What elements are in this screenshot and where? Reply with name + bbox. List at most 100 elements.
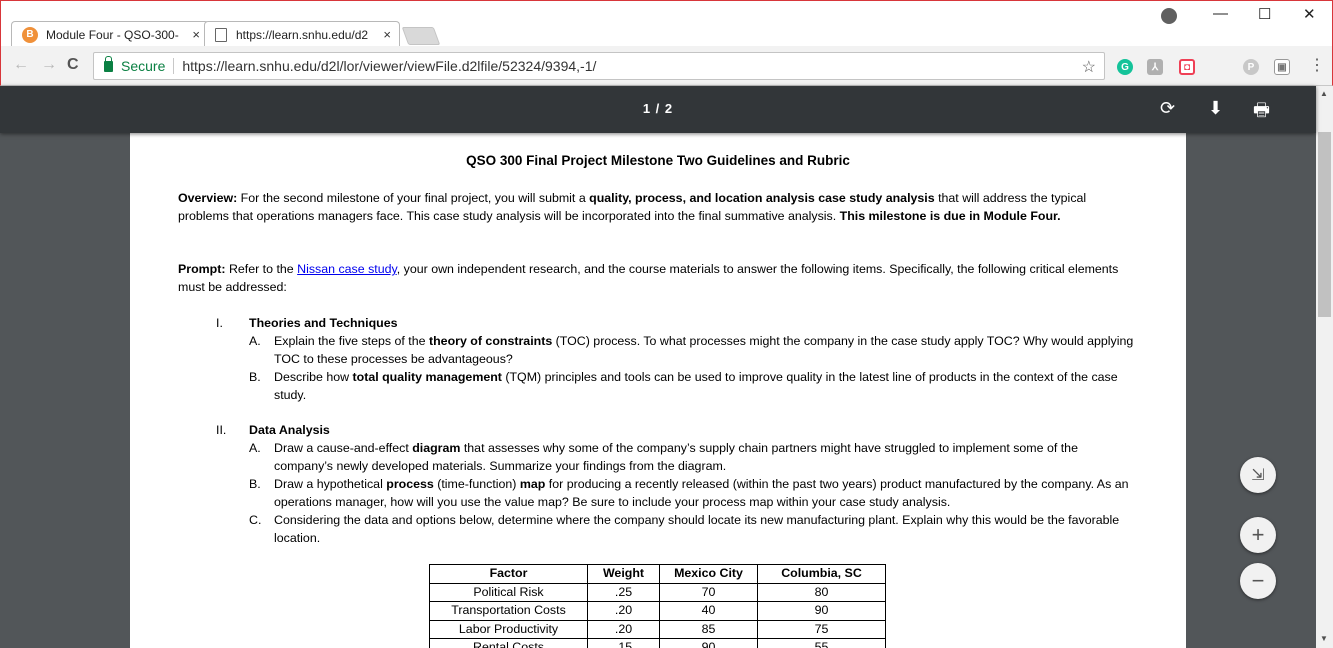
- prompt-text: Refer to the: [225, 262, 298, 276]
- prompt-label: Prompt:: [178, 262, 226, 276]
- overview-text: For the second milestone of your final p…: [237, 191, 590, 205]
- table-cell: Transportation Costs: [429, 601, 588, 621]
- url-text[interactable]: https://learn.snhu.edu/d2l/lor/viewer/vi…: [182, 58, 596, 74]
- table-cell: 85: [659, 619, 758, 639]
- section-number: I.: [216, 316, 223, 330]
- brightspace-favicon-icon: B: [22, 26, 38, 43]
- tab-module-four[interactable]: B Module Four - QSO-300- ×: [11, 21, 209, 47]
- bookmark-star-icon[interactable]: ☆: [1082, 57, 1096, 77]
- scrollbar-thumb[interactable]: [1318, 132, 1331, 317]
- item-text: Explain the five steps of the: [274, 334, 429, 348]
- account-icon[interactable]: [1161, 8, 1177, 24]
- new-tab-button[interactable]: [401, 27, 441, 45]
- table-cell: 80: [757, 582, 886, 602]
- location-factor-table: Factor Weight Mexico City Columbia, SC P…: [429, 564, 886, 648]
- tab-close-icon[interactable]: ×: [192, 27, 200, 42]
- item-text: (time-function): [433, 477, 520, 491]
- download-icon[interactable]: ⬇: [1208, 98, 1223, 119]
- item-bold: theory of constraints: [428, 334, 553, 348]
- tab-pdf-file[interactable]: https://learn.snhu.edu/d2 ×: [204, 21, 400, 47]
- overview-bold: quality, process, and location analysis …: [589, 191, 935, 205]
- secure-label: Secure: [121, 58, 166, 74]
- pocket-icon[interactable]: ◘: [1179, 59, 1195, 75]
- tab-strip: B Module Four - QSO-300- × https://learn…: [0, 0, 1333, 47]
- list-item: C. Considering the data and options belo…: [249, 511, 1139, 547]
- table-header-row: Factor Weight Mexico City Columbia, SC: [429, 564, 886, 584]
- section-heading: Theories and Techniques: [249, 316, 398, 330]
- item-text: Draw a hypothetical: [274, 477, 387, 491]
- maximize-button[interactable]: ☐: [1258, 5, 1271, 23]
- list-item: A. Draw a cause-and-effect diagram that …: [249, 439, 1139, 475]
- table-cell: 75: [757, 619, 886, 639]
- table-cell: .15: [587, 638, 660, 648]
- table-cell: .20: [587, 601, 660, 621]
- table-row: Rental Costs .15 90 55: [429, 638, 886, 648]
- pdf-icon[interactable]: ⅄: [1147, 59, 1163, 75]
- browser-toolbar: ← → C Secure https://learn.snhu.edu/d2l/…: [0, 46, 1333, 86]
- section-number: II.: [216, 423, 227, 437]
- tab-title: https://learn.snhu.edu/d2: [236, 27, 369, 42]
- column-header: Weight: [587, 564, 660, 584]
- item-bold: process: [386, 477, 434, 491]
- menu-icon[interactable]: ⋮: [1309, 55, 1325, 75]
- item-letter: B.: [249, 370, 261, 384]
- close-window-button[interactable]: ✕: [1303, 5, 1316, 23]
- grammarly-icon[interactable]: G: [1117, 59, 1133, 75]
- forward-button[interactable]: →: [41, 56, 57, 74]
- table-cell: .25: [587, 582, 660, 602]
- address-bar[interactable]: Secure https://learn.snhu.edu/d2l/lor/vi…: [93, 52, 1105, 80]
- column-header: Mexico City: [659, 564, 758, 584]
- table-cell: Labor Productivity: [429, 619, 588, 639]
- scroll-down-arrow-icon[interactable]: ▼: [1320, 634, 1328, 643]
- vertical-scrollbar[interactable]: ▲ ▼: [1316, 86, 1333, 648]
- divider: [173, 58, 175, 74]
- rotate-icon[interactable]: ⟳: [1160, 98, 1175, 119]
- item-letter: A.: [249, 441, 261, 455]
- tab-close-icon[interactable]: ×: [383, 27, 391, 42]
- table-cell: 90: [757, 601, 886, 621]
- fit-to-page-button[interactable]: ⇲: [1240, 457, 1276, 493]
- table-cell: 70: [659, 582, 758, 602]
- tab-title: Module Four - QSO-300-: [46, 27, 179, 42]
- column-header: Factor: [429, 564, 588, 584]
- table-cell: Rental Costs: [429, 638, 588, 648]
- extension-box-icon[interactable]: ▣: [1274, 59, 1290, 75]
- pdf-toolbar: 1 / 2 ⟳ ⬇ 🖶: [0, 86, 1316, 133]
- page-title: QSO 300 Final Project Milestone Two Guid…: [466, 153, 850, 168]
- zoom-out-button[interactable]: −: [1240, 563, 1276, 599]
- table-row: Labor Productivity .20 85 75: [429, 619, 886, 639]
- scroll-up-arrow-icon[interactable]: ▲: [1320, 89, 1328, 98]
- table-row: Political Risk .25 70 80: [429, 582, 886, 602]
- table-cell: 90: [659, 638, 758, 648]
- item-letter: B.: [249, 477, 261, 491]
- list-item: B. Describe how total quality management…: [249, 368, 1139, 404]
- table-cell: Political Risk: [429, 582, 588, 602]
- overview-paragraph: Overview: For the second milestone of yo…: [178, 189, 1138, 225]
- section-heading: Data Analysis: [249, 423, 330, 437]
- item-text: Considering the data and options below, …: [274, 513, 1120, 545]
- list-item: A. Explain the five steps of the theory …: [249, 332, 1139, 368]
- back-button[interactable]: ←: [13, 56, 29, 74]
- reload-button[interactable]: C: [67, 56, 79, 74]
- extension-p-icon[interactable]: P: [1243, 59, 1259, 75]
- document-icon: [215, 27, 227, 42]
- item-text: Describe how: [274, 370, 353, 384]
- item-letter: C.: [249, 513, 262, 527]
- item-bold: total quality management: [352, 370, 502, 384]
- lock-icon: [104, 55, 113, 72]
- pdf-page: QSO 300 Final Project Milestone Two Guid…: [130, 133, 1186, 648]
- zoom-in-button[interactable]: +: [1240, 517, 1276, 553]
- item-letter: A.: [249, 334, 261, 348]
- minimize-button[interactable]: —: [1213, 5, 1228, 22]
- print-icon[interactable]: 🖶: [1253, 98, 1270, 128]
- table-row: Transportation Costs .20 40 90: [429, 601, 886, 621]
- item-bold: map: [519, 477, 546, 491]
- item-bold: diagram: [412, 441, 461, 455]
- overview-due: This milestone is due in Module Four.: [839, 209, 1061, 223]
- overview-label: Overview:: [178, 191, 238, 205]
- list-item: B. Draw a hypothetical process (time-fun…: [249, 475, 1139, 511]
- nissan-case-study-link[interactable]: Nissan case study: [297, 262, 397, 276]
- page-indicator: 1 / 2: [642, 101, 674, 116]
- column-header: Columbia, SC: [757, 564, 886, 584]
- table-cell: .20: [587, 619, 660, 639]
